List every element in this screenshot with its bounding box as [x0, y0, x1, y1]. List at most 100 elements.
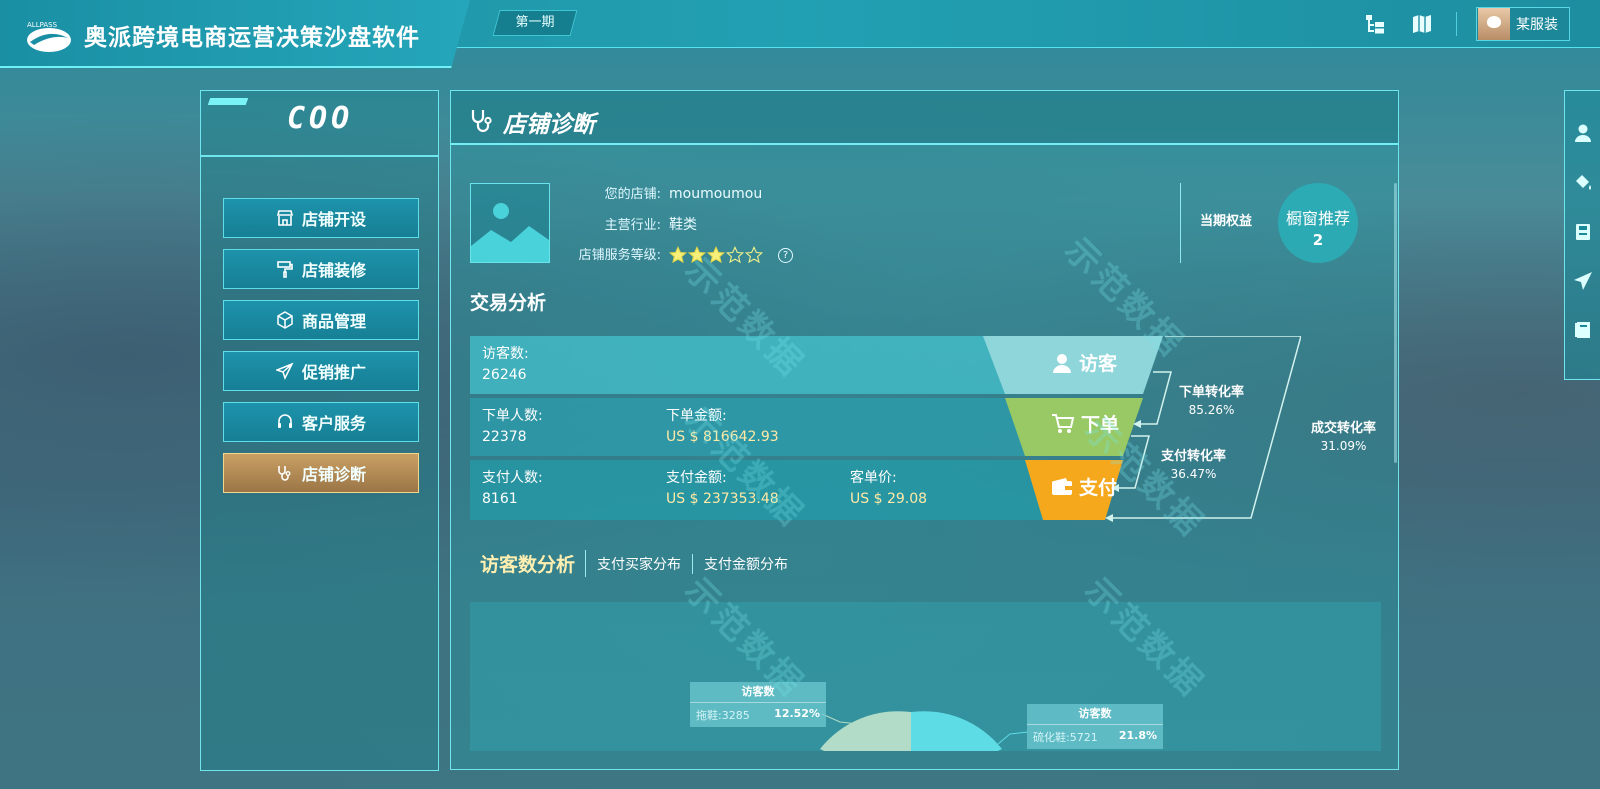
app-title: 奥派跨境电商运营决策沙盘软件 [84, 25, 420, 51]
tree-list-icon[interactable] [1364, 13, 1386, 35]
shop-name: moumoumou [669, 186, 763, 202]
sidebar-item-promotion[interactable]: 促销推广 [223, 351, 419, 391]
order-people-value: 22378 [482, 429, 527, 445]
tooltip-item-name: 拖鞋: [696, 709, 722, 722]
user-icon[interactable] [1573, 123, 1593, 143]
image-icon [471, 203, 549, 262]
sidebar-item-label: 店铺开设 [301, 210, 366, 229]
sidebar-item-label: 促销推广 [301, 363, 366, 382]
sidebar-item-store-diagnosis[interactable]: 店铺诊断 [223, 453, 419, 493]
user-icon [1053, 353, 1071, 373]
user-menu[interactable]: 某服装 [1476, 7, 1570, 41]
box-icon [277, 311, 293, 329]
industry-label: 主营行业: [604, 218, 661, 233]
pie-slice-slippers [820, 711, 911, 751]
trade-analysis-title: 交易分析 [470, 292, 547, 314]
divider [1180, 183, 1181, 263]
page-title: 店铺诊断 [503, 112, 595, 138]
tooltip-percent: 21.8% [1118, 729, 1157, 742]
sidebar-item-customer-service[interactable]: 客户服务 [223, 402, 419, 442]
tooltip-item-name: 硫化鞋: [1033, 731, 1070, 744]
stage-visit-label: 访客 [1051, 349, 1117, 376]
deal-rate: 成交转化率 31.09% [1311, 417, 1376, 453]
tooltip-item: 拖鞋:3285 [696, 707, 750, 723]
stage-pay-text: 支付 [1079, 477, 1118, 499]
star-empty-icon [726, 246, 744, 264]
order-rate-label: 下单转化率 [1179, 385, 1245, 400]
book-icon[interactable] [1573, 320, 1593, 340]
unit-price-cell: 客单价: US $ 29.08 [850, 468, 927, 510]
shop-name-label: 您的店铺: [604, 187, 661, 202]
scrollbar[interactable] [1394, 183, 1397, 463]
pie-chart-svg [820, 711, 1029, 751]
tooltip-body: 拖鞋:3285 12.52% [690, 703, 826, 727]
sidebar-item-label: 店铺装修 [301, 261, 366, 280]
main-panel: 店铺诊断 您的店铺: moumoumou 主营行业: 鞋类 店铺服务等级:? 当期权… [450, 90, 1399, 770]
logo-text: ALLPASS [27, 21, 58, 29]
deal-rate-label: 成交转化率 [1311, 421, 1377, 436]
tab-buyer-distribution[interactable]: 支付买家分布 [586, 553, 694, 574]
rights-name: 橱窗推荐 [1285, 209, 1350, 228]
headset-icon [277, 414, 292, 428]
tooltip-title: 访客数 [690, 682, 826, 703]
visitors-label: 访客数: [482, 346, 529, 362]
period-label: 第一期 [515, 15, 555, 30]
paper-plane-icon [275, 362, 294, 380]
tooltip-vulcanized: 访客数 硫化鞋:5721 21.8% [1027, 704, 1163, 749]
tooltip-item: 硫化鞋:5721 [1033, 729, 1098, 745]
order-rate-value: 85.26% [1188, 403, 1235, 417]
order-rate: 下单转化率 85.26% [1179, 381, 1244, 417]
tooltip-slippers: 访客数 拖鞋:3285 12.52% [690, 682, 826, 727]
document-save-icon[interactable] [1573, 222, 1593, 242]
period-tab[interactable]: 第一期 [492, 10, 578, 36]
pay-rate-label: 支付转化率 [1161, 449, 1227, 464]
visitor-pie-chart: 访客数 拖鞋:3285 12.52% 访客数 硫化鞋:5721 21.8% [470, 602, 1381, 751]
user-name: 某服装 [1516, 17, 1558, 33]
sidebar-menu: 店铺开设 店铺装修 商品管理 促销推广 客户服务 店铺诊断 [223, 198, 419, 504]
paint-bucket-icon[interactable] [1573, 173, 1593, 193]
shop-image-placeholder [470, 183, 550, 263]
label-line [997, 731, 1029, 745]
sidebar-item-store-decor[interactable]: 店铺装修 [223, 249, 419, 289]
visitors-cell: 访客数: 26246 [482, 344, 529, 386]
allpass-logo: ALLPASS [27, 21, 71, 52]
star-empty-icon [745, 246, 763, 264]
level-label: 店铺服务等级: [578, 248, 661, 263]
sidebar-item-label: 商品管理 [301, 312, 366, 331]
pay-people-cell: 支付人数: 8161 [482, 468, 543, 510]
rights-badge[interactable]: 橱窗推荐 2 [1278, 183, 1358, 263]
order-people-label: 下单人数: [482, 408, 543, 424]
shop-industry-row: 主营行业: 鞋类 [571, 214, 697, 234]
toolbar-separator [1456, 12, 1457, 36]
cart-icon [1052, 413, 1075, 433]
map-icon[interactable] [1411, 13, 1433, 35]
unit-price-label: 客单价: [850, 470, 897, 486]
rights-count: 2 [1312, 231, 1324, 249]
paint-roller-icon [277, 261, 293, 278]
analysis-tabs: 访客数分析 支付买家分布 支付金额分布 [480, 550, 799, 577]
sidebar-item-label: 客户服务 [301, 414, 366, 433]
sidebar: COO 店铺开设 店铺装修 商品管理 促销推广 客户服务 店铺诊断 [200, 90, 439, 771]
pay-people-value: 8161 [482, 491, 518, 507]
sidebar-item-products[interactable]: 商品管理 [223, 300, 419, 340]
tab-visitor-analysis[interactable]: 访客数分析 [480, 550, 587, 577]
sidebar-item-store-open[interactable]: 店铺开设 [223, 198, 419, 238]
tooltip-title: 访客数 [1027, 704, 1163, 725]
role-title: COO [287, 101, 354, 136]
main-header: 店铺诊断 [451, 91, 1398, 145]
tooltip-body: 硫化鞋:5721 21.8% [1027, 725, 1163, 749]
help-icon[interactable]: ? [778, 247, 793, 263]
sidebar-item-label: 店铺诊断 [301, 465, 366, 484]
star-filled-icon [669, 246, 687, 264]
stage-pay-label: 支付 [1051, 473, 1117, 500]
sidebar-header: COO [201, 91, 438, 157]
store-icon [276, 210, 294, 226]
shop-name-row: 您的店铺: moumoumou [571, 183, 763, 202]
tooltip-item-value: 3285 [721, 709, 750, 722]
tooltip-percent: 12.52% [774, 707, 820, 720]
right-dock [1564, 90, 1600, 380]
stethoscope-icon [278, 466, 291, 481]
header-decoration [207, 98, 249, 105]
paper-plane-icon[interactable] [1573, 271, 1593, 291]
pay-people-label: 支付人数: [482, 470, 543, 486]
